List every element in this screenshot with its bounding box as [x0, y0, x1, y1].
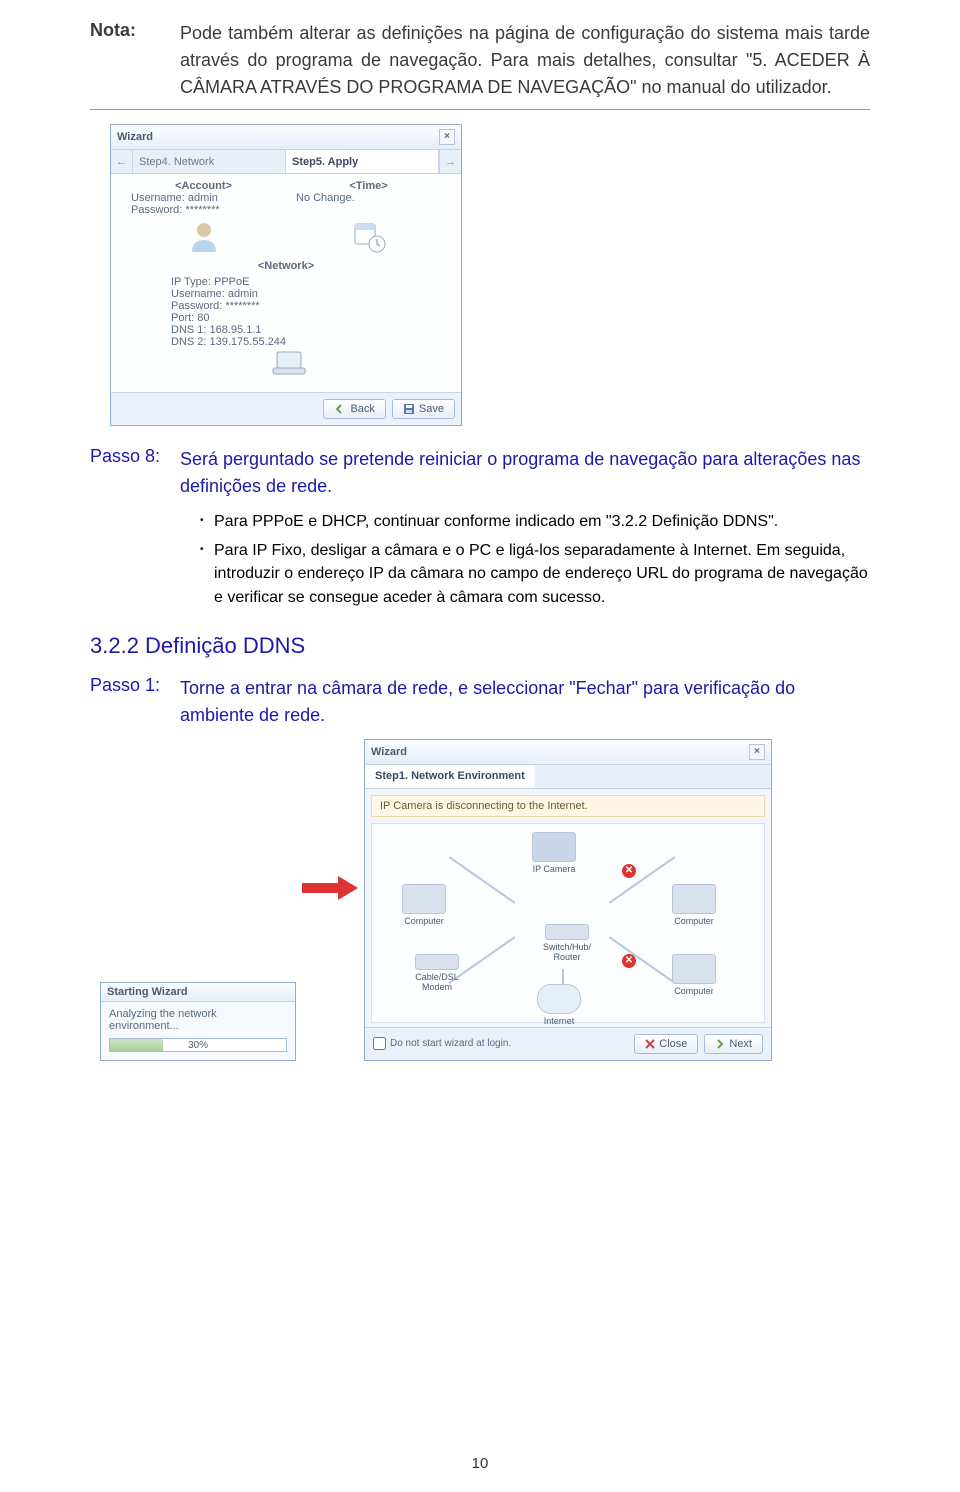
disconnect-x-icon: ✕ — [622, 954, 636, 968]
starting-wizard-title: Starting Wizard — [101, 983, 295, 1002]
diagram-label-computer: Computer — [672, 916, 716, 926]
starting-wizard-message: Analyzing the network environment... — [109, 1008, 287, 1032]
close-x-icon — [645, 1039, 655, 1049]
progress-bar: 30% — [109, 1038, 287, 1052]
network-diagram: ✕ ✕ IP Camera Computer Computer Cable/DS… — [371, 823, 765, 1023]
starting-wizard-panel: Starting Wizard Analyzing the network en… — [100, 982, 296, 1061]
computer-icon — [271, 350, 307, 378]
close-icon[interactable]: × — [749, 744, 765, 760]
page-number: 10 — [0, 1455, 960, 1472]
save-button-label: Save — [419, 403, 444, 415]
do-not-start-checkbox[interactable]: Do not start wizard at login. — [373, 1037, 511, 1050]
prev-arrow-icon[interactable]: ← — [111, 150, 133, 173]
wizard-title: Wizard — [117, 131, 153, 143]
save-disk-icon — [403, 403, 415, 415]
wizard2-banner: IP Camera is disconnecting to the Intern… — [371, 795, 765, 817]
time-value: No Change. — [296, 192, 441, 204]
wizard-step5-apply: Wizard × ← Step4. Network Step5. Apply →… — [110, 124, 462, 426]
passo-8-block: Passo 8: Será perguntado se pretende rei… — [90, 446, 870, 615]
network-dns2: DNS 2: 139.175.55.244 — [171, 336, 441, 348]
user-icon — [186, 218, 222, 254]
passo-1-text: Torne a entrar na câmara de rede, e sele… — [180, 675, 870, 729]
passo-1-block: Passo 1: Torne a entrar na câmara de red… — [90, 675, 870, 729]
section-3-2-2-heading: 3.2.2 Definição DDNS — [90, 633, 870, 659]
passo-8-bullet-1: Para PPPoE e DHCP, continuar conforme in… — [200, 510, 870, 533]
passo-1-label: Passo 1: — [90, 675, 180, 729]
tab-step1-network-env[interactable]: Step1. Network Environment — [365, 765, 535, 788]
save-button[interactable]: Save — [392, 399, 455, 419]
next-arrow-icon[interactable]: → — [439, 150, 461, 173]
close-button[interactable]: Close — [634, 1034, 698, 1054]
network-dns1: DNS 1: 168.95.1.1 — [171, 324, 441, 336]
note-block: Nota: Pode também alterar as definições … — [90, 20, 870, 101]
back-arrow-icon — [334, 403, 346, 415]
wizard-network-environment: Wizard × Step1. Network Environment IP C… — [364, 739, 772, 1061]
red-arrow-icon — [302, 878, 358, 898]
diagram-label-ipcamera: IP Camera — [532, 864, 576, 874]
ip-camera-icon — [532, 832, 576, 862]
passo-8-text: Será perguntado se pretende reiniciar o … — [180, 449, 860, 496]
wizard2-row: Starting Wizard Analyzing the network en… — [100, 739, 870, 1061]
diagram-label-computer: Computer — [672, 986, 716, 996]
divider — [90, 109, 870, 110]
account-username: Username: admin — [131, 192, 276, 204]
next-button[interactable]: Next — [704, 1034, 763, 1054]
checkbox-input[interactable] — [373, 1037, 386, 1050]
computer-icon — [402, 884, 446, 914]
calendar-clock-icon — [351, 218, 387, 254]
close-icon[interactable]: × — [439, 129, 455, 145]
diagram-label-internet: Internet — [537, 1016, 581, 1026]
network-port: Port: 80 — [171, 312, 441, 324]
passo-8-label: Passo 8: — [90, 446, 180, 615]
network-iptype: IP Type: PPPoE — [171, 276, 441, 288]
switch-icon — [545, 924, 589, 940]
back-button-label: Back — [350, 403, 374, 415]
next-button-label: Next — [729, 1038, 752, 1050]
next-arrow-icon — [715, 1039, 725, 1049]
account-password: Password: ******** — [131, 204, 276, 216]
network-username: Username: admin — [171, 288, 441, 300]
note-text: Pode também alterar as definições na pág… — [180, 20, 870, 101]
diagram-label-modem: Cable/DSL Modem — [402, 972, 472, 992]
diagram-label-switch: Switch/Hub/ Router — [532, 942, 602, 962]
tab-step4-network[interactable]: Step4. Network — [133, 150, 286, 173]
close-button-label: Close — [659, 1038, 687, 1050]
network-password: Password: ******** — [171, 300, 441, 312]
passo-8-bullet-2: Para IP Fixo, desligar a câmara e o PC e… — [200, 539, 870, 609]
wizard2-title: Wizard — [371, 746, 407, 758]
account-heading: <Account> — [131, 180, 276, 192]
time-heading: <Time> — [296, 180, 441, 192]
tab-step5-apply[interactable]: Step5. Apply — [286, 150, 439, 173]
wizard-steps: ← Step4. Network Step5. Apply → — [111, 150, 461, 174]
modem-icon — [415, 954, 459, 970]
checkbox-label: Do not start wizard at login. — [390, 1038, 511, 1049]
back-button[interactable]: Back — [323, 399, 385, 419]
progress-percent: 30% — [110, 1039, 286, 1051]
computer-icon — [672, 884, 716, 914]
diagram-label-computer: Computer — [402, 916, 446, 926]
computer-icon — [672, 954, 716, 984]
note-label: Nota: — [90, 20, 180, 101]
disconnect-x-icon: ✕ — [622, 864, 636, 878]
internet-cloud-icon — [537, 984, 581, 1014]
network-heading: <Network> — [131, 260, 441, 272]
